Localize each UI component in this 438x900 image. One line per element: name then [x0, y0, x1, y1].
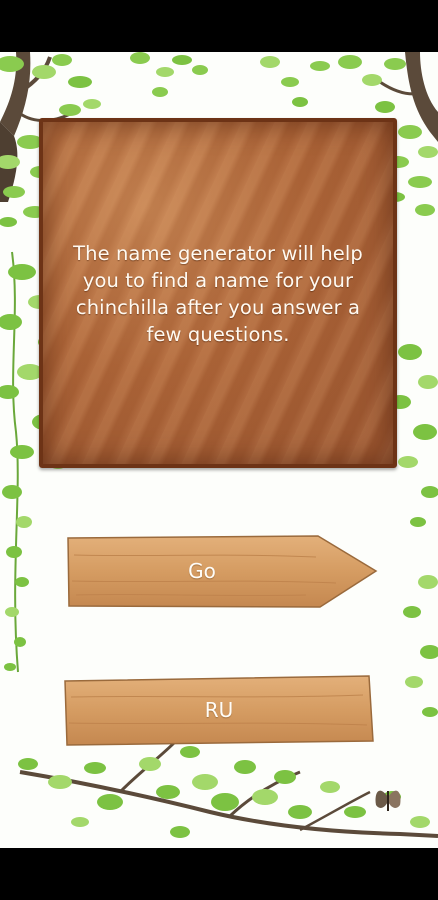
status-bar [0, 0, 438, 52]
bottom-branch-icon [18, 740, 438, 838]
description-text: The name generator will help you to find… [73, 242, 363, 346]
language-button-label: RU [204, 698, 234, 722]
go-button[interactable]: Go [66, 535, 378, 609]
top-center-leaves-icon [130, 52, 330, 107]
app-screen: The name generator will help you to find… [0, 52, 438, 848]
navigation-bar [0, 848, 438, 900]
go-button-label: Go [188, 559, 216, 583]
butterfly-icon [375, 790, 401, 811]
language-button[interactable]: RU [63, 675, 375, 747]
info-board: The name generator will help you to find… [39, 118, 397, 468]
